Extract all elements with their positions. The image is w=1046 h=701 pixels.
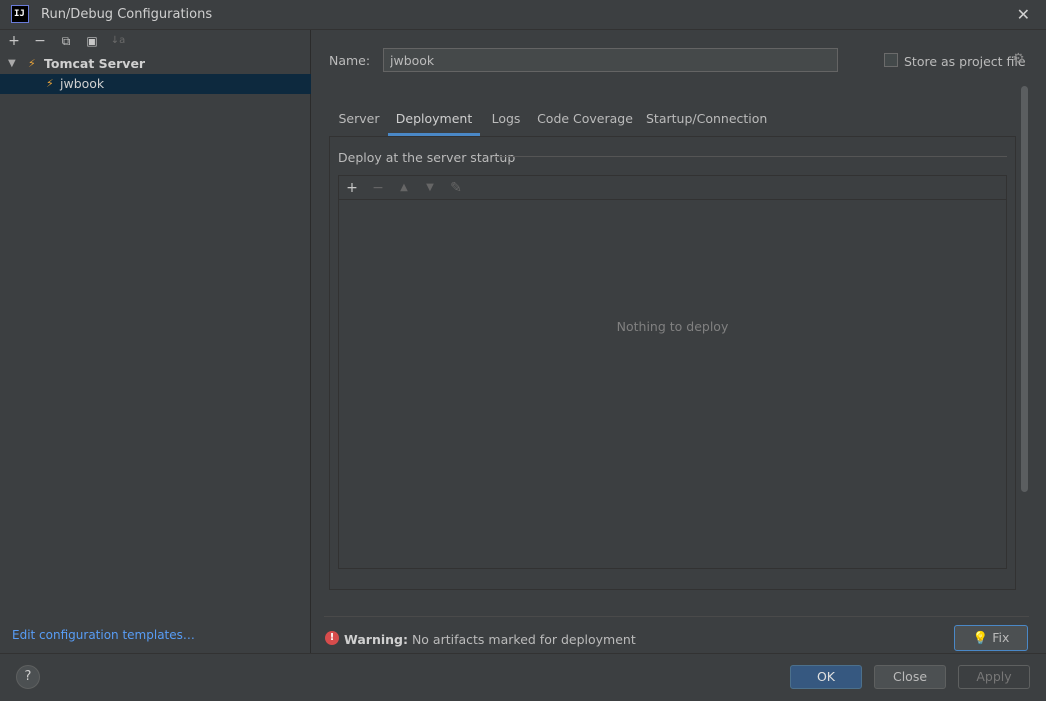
window-title: Run/Debug Configurations [41, 7, 213, 22]
tab-logs[interactable]: Logs [484, 106, 528, 136]
deploy-section-title: Deploy at the server startup [338, 150, 516, 165]
chevron-down-icon[interactable]: ▼ [8, 54, 16, 74]
copy-configuration-icon[interactable]: ⧉ [56, 32, 76, 50]
name-label: Name: [329, 53, 371, 68]
gear-icon[interactable]: ⚙ [1012, 51, 1025, 67]
intellij-logo-icon: IJ [11, 5, 29, 23]
lightbulb-icon: 💡 [972, 630, 989, 645]
help-button[interactable]: ? [16, 665, 40, 689]
name-input[interactable] [383, 48, 838, 72]
remove-artifact-icon[interactable]: − [368, 178, 388, 198]
deployment-list[interactable]: + − ▲ ▼ ✎ Nothing to deploy [338, 175, 1007, 569]
tomcat-icon: ⚡ [46, 77, 54, 90]
close-button[interactable]: Close [874, 665, 946, 689]
fix-button[interactable]: 💡 Fix [954, 625, 1028, 651]
tab-startup-connection[interactable]: Startup/Connection [646, 106, 767, 136]
tomcat-icon: ⚡ [28, 57, 36, 70]
warning-text: No artifacts marked for deployment [407, 632, 636, 647]
add-configuration-icon[interactable]: + [4, 32, 24, 50]
warning-divider [324, 616, 1029, 617]
deployment-toolbar: + − ▲ ▼ ✎ [339, 176, 1006, 200]
empty-state-text: Nothing to deploy [616, 319, 729, 334]
add-artifact-icon[interactable]: + [342, 178, 362, 198]
store-as-project-file-checkbox[interactable] [884, 53, 898, 67]
warning-prefix: Warning: [344, 632, 408, 647]
error-icon: ! [325, 631, 339, 645]
tree-group-label: Tomcat Server [44, 56, 146, 71]
tab-server[interactable]: Server [330, 106, 388, 136]
fix-button-label: Fix [992, 630, 1010, 645]
warning-message: Warning: No artifacts marked for deploym… [344, 632, 636, 647]
configurations-toolbar: + − ⧉ ▣ ↓a [0, 30, 311, 53]
tree-item-jwbook[interactable]: ⚡ jwbook [0, 74, 311, 94]
tab-code-coverage[interactable]: Code Coverage [536, 106, 634, 136]
ok-button[interactable]: OK [790, 665, 862, 689]
close-window-icon[interactable]: ✕ [1017, 5, 1030, 24]
move-up-icon[interactable]: ▲ [394, 178, 414, 198]
store-as-project-file-label[interactable]: Store as project file [904, 54, 1026, 69]
tree-group-tomcat-server[interactable]: ▼ ⚡ Tomcat Server [0, 54, 311, 74]
edit-configuration-templates-link[interactable]: Edit configuration templates… [12, 628, 195, 642]
configurations-panel: + − ⧉ ▣ ↓a ▼ ⚡ Tomcat Server ⚡ jwbook Ed… [0, 30, 311, 653]
apply-button[interactable]: Apply [958, 665, 1030, 689]
title-bar: IJ Run/Debug Configurations ✕ [0, 0, 1046, 30]
tree-item-label: jwbook [60, 76, 105, 91]
tab-deployment[interactable]: Deployment [388, 106, 480, 136]
new-folder-icon[interactable]: ▣ [82, 32, 102, 50]
sort-configurations-icon[interactable]: ↓a [108, 32, 128, 50]
remove-configuration-icon[interactable]: − [30, 32, 50, 50]
section-divider [494, 156, 1007, 157]
edit-artifact-icon[interactable]: ✎ [446, 178, 466, 198]
vertical-scrollbar[interactable] [1021, 86, 1028, 492]
move-down-icon[interactable]: ▼ [420, 178, 440, 198]
